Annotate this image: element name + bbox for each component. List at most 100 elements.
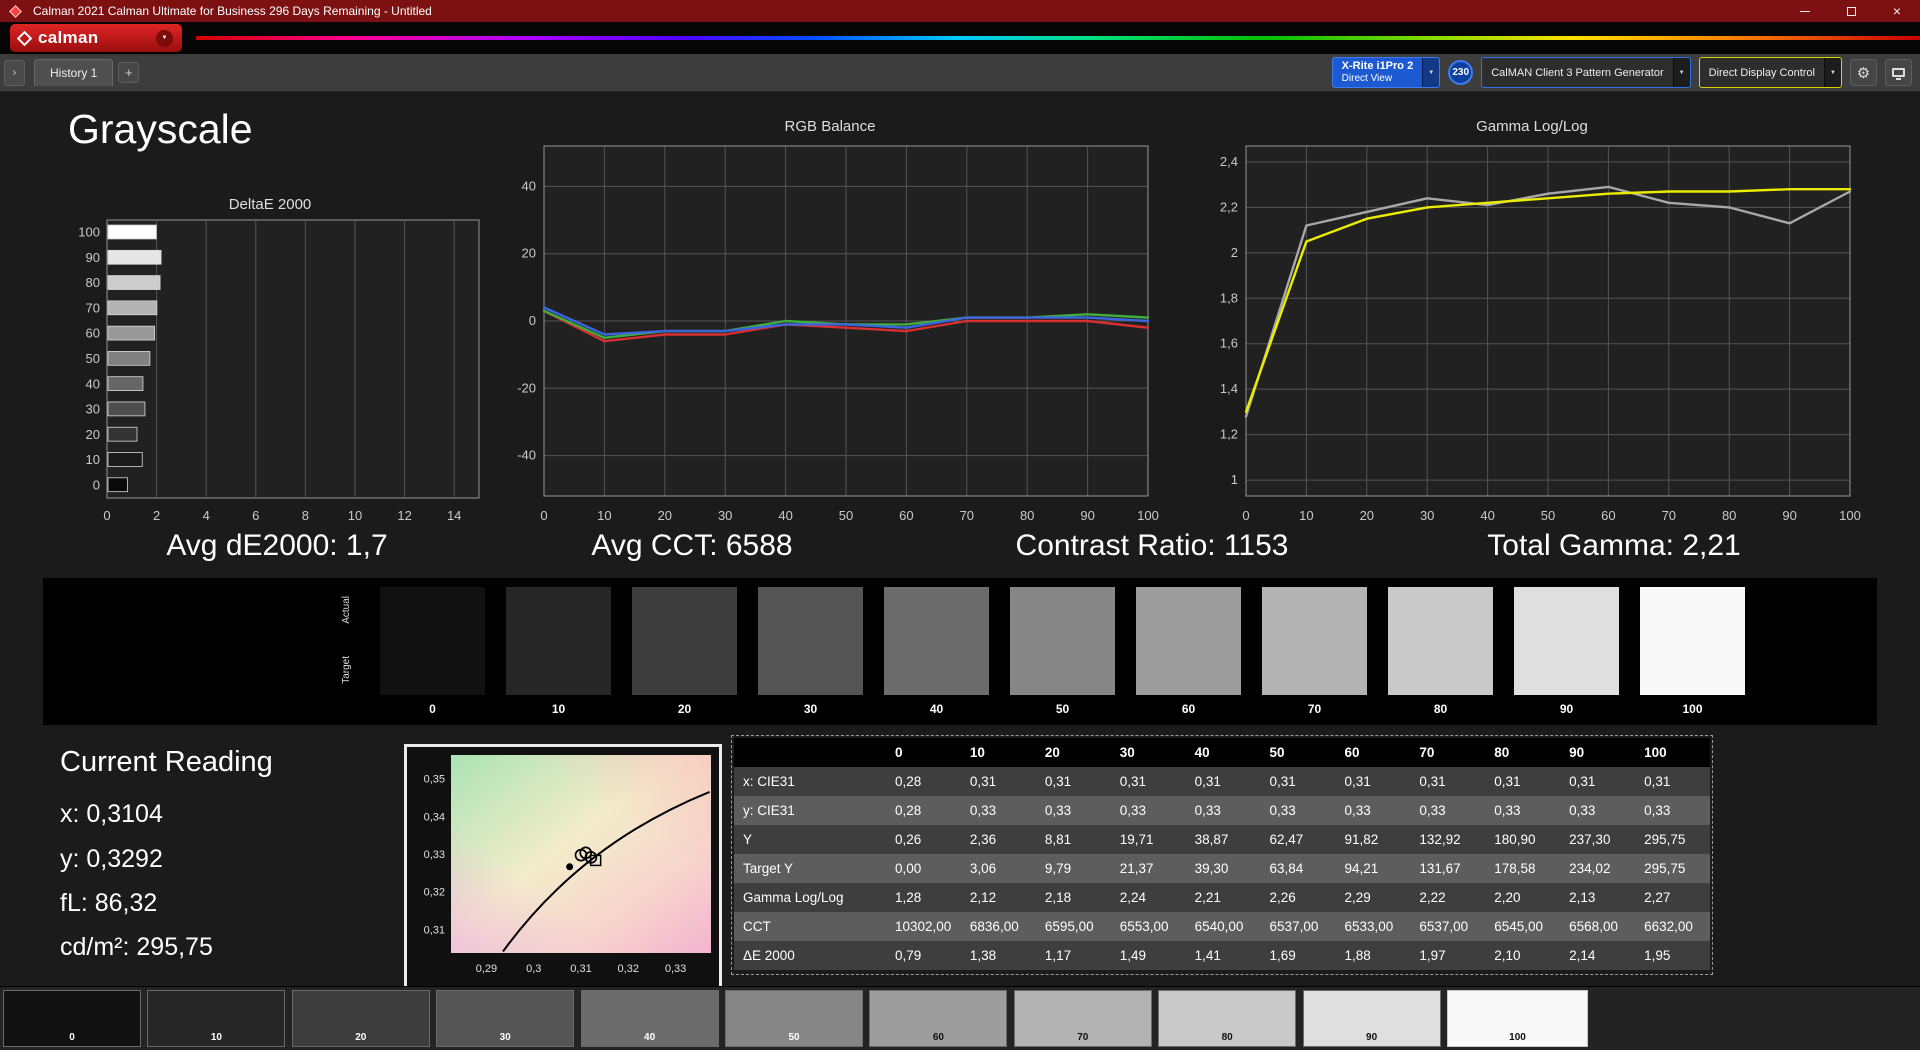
calman-diamond-icon — [16, 30, 33, 46]
cie-y-tick-label: 0,34 — [424, 811, 445, 823]
table-header-row: 0 10 20 30 40 50 60 70 80 90 100 — [734, 738, 1710, 767]
pattern-generator-button[interactable]: CalMAN Client 3 Pattern Generator ▼ — [1481, 57, 1691, 88]
cell: 6632,00 — [1635, 912, 1710, 941]
pattern-generator-label: CalMAN Client 3 Pattern Generator — [1491, 66, 1664, 79]
deltae-bar-0 — [107, 477, 128, 493]
deltae-bar-90 — [107, 249, 162, 265]
y-tick-label: 1,2 — [1220, 427, 1238, 442]
y-tick-label: 20 — [522, 246, 536, 261]
rgb-balance-chart: RGB Balance -40 -20 0 20 40 0 10 20 30 40 50 60 70 80… — [500, 118, 1160, 533]
maximize-button[interactable] — [1828, 0, 1874, 22]
tab-history-label: History 1 — [50, 66, 98, 80]
rainbow-stripe — [196, 36, 1920, 40]
cell: 0,31 — [960, 767, 1036, 796]
table-row-0: x: CIE31 0,28 0,31 0,31 0,31 0,31 0,31 0,31 0,31… — [734, 767, 1710, 796]
table-row-3: Target Y 0,00 3,06 9,79 21,37 39,30 63,84 94,21… — [734, 854, 1710, 883]
cell: 8,81 — [1035, 825, 1111, 854]
cell: 0,00 — [886, 854, 961, 883]
pattern-button-70[interactable]: 70 — [1013, 990, 1152, 1047]
pattern-button-label-0: 0 — [69, 1032, 75, 1043]
pattern-button-80[interactable]: 80 — [1158, 990, 1297, 1047]
cie-x-tick-label: 0,32 — [618, 963, 639, 975]
x-tick-label: 90 — [1782, 508, 1796, 523]
pattern-generator-caret[interactable]: ▼ — [1672, 58, 1690, 87]
cell: 0,33 — [960, 796, 1036, 825]
add-tab-button[interactable]: + — [118, 62, 140, 83]
y-tick-label: 2 — [1231, 245, 1238, 260]
pattern-button-50[interactable]: 50 — [725, 990, 863, 1047]
chevron-down-icon: ▼ — [1830, 69, 1836, 76]
cell: 0,33 — [1560, 796, 1636, 825]
y-tick-label: 1,8 — [1220, 290, 1238, 305]
display-settings-button[interactable] — [1885, 59, 1912, 86]
row-label: ΔE 2000 — [734, 941, 886, 970]
cell: 2,21 — [1185, 883, 1261, 912]
x-tick-label: 10 — [1299, 508, 1313, 523]
display-control-caret[interactable]: ▼ — [1824, 58, 1841, 87]
meter-mode: Direct View — [1341, 73, 1393, 85]
calman-menu-button[interactable]: calman ▼ — [10, 24, 182, 52]
cell: 2,13 — [1560, 883, 1636, 912]
display-control-button[interactable]: Direct Display Control ▼ — [1698, 57, 1842, 88]
current-reading-x: x: 0,3104 — [60, 800, 163, 828]
grayscale-swatch-cell-90: 90 — [1514, 587, 1619, 716]
pattern-button-0[interactable]: 0 — [3, 990, 141, 1047]
pattern-button-label-20: 20 — [355, 1032, 367, 1043]
cell: 0,33 — [1485, 796, 1561, 825]
pattern-button-30[interactable]: 30 — [436, 990, 575, 1047]
table-row-4: Gamma Log/Log 1,28 2,12 2,18 2,24 2,21 2,26 2,2… — [734, 883, 1710, 912]
total-gamma-stat: Total Gamma: 2,21 — [1487, 529, 1741, 562]
x-tick-label: 0 — [103, 508, 110, 523]
x-tick-label: 0 — [540, 508, 547, 523]
grayscale-swatch-label-30: 30 — [803, 702, 818, 716]
x-tick-label: 2 — [153, 508, 160, 523]
grayscale-swatch-cell-20: 20 — [632, 587, 737, 716]
cell: 178,58 — [1485, 854, 1561, 883]
meter-status-badge: 230 — [1448, 60, 1474, 85]
tab-history-1[interactable]: History 1 — [34, 59, 114, 86]
x-tick-label: 80 — [1722, 508, 1736, 523]
actual-row-label: Actual — [341, 596, 352, 624]
pattern-button-60[interactable]: 60 — [869, 990, 1008, 1047]
settings-button[interactable]: ⚙ — [1850, 59, 1877, 86]
x-tick-label: 8 — [302, 508, 309, 523]
cell: 0,28 — [886, 767, 961, 796]
pattern-button-20[interactable]: 20 — [291, 990, 430, 1047]
cell: 131,67 — [1410, 854, 1486, 883]
pattern-button-40[interactable]: 40 — [580, 990, 719, 1047]
pattern-button-10[interactable]: 10 — [147, 990, 286, 1047]
toolbar-right-group: X-Rite i1Pro 2 Direct View ▼ 230 CalMAN … — [1331, 57, 1912, 88]
pattern-button-100[interactable]: 100 — [1447, 990, 1588, 1047]
cie-chart-canvas: 0,35 0,34 0,33 0,32 0,31 0,29 0,3 0,31 0,32 0,33 — [424, 755, 711, 975]
grayscale-swatch-label-40: 40 — [929, 702, 944, 716]
chevron-down-icon: ▼ — [1678, 69, 1685, 76]
pattern-button-90[interactable]: 90 — [1302, 990, 1441, 1047]
panel-toggle-button[interactable]: › — [4, 59, 25, 86]
cell: 10302,00 — [886, 912, 961, 941]
grayscale-swatch-50 — [1010, 587, 1115, 695]
target-row-label: Target — [341, 656, 352, 684]
grayscale-swatch-60 — [1136, 587, 1241, 695]
meter-select-button[interactable]: X-Rite i1Pro 2 Direct View ▼ — [1331, 57, 1441, 88]
x-tick-label: 20 — [658, 508, 672, 523]
minimize-button[interactable] — [1782, 0, 1828, 22]
column-header: 20 — [1035, 738, 1111, 767]
grayscale-swatch-cell-100: 100 — [1640, 587, 1745, 716]
grayscale-swatch-row: 0 10 20 30 40 50 60 70 80 90 100 — [380, 587, 1745, 716]
column-header: 80 — [1485, 738, 1561, 767]
pattern-button-label-60: 60 — [932, 1032, 944, 1043]
rgb-chart-title: RGB Balance — [784, 118, 876, 135]
pattern-button-label-100: 100 — [1509, 1032, 1526, 1043]
grayscale-swatch-10 — [506, 587, 611, 695]
cie-y-tick-label: 0,33 — [424, 849, 445, 861]
deltae-2000-chart: DeltaE 2000 0 2 4 6 8 10 12 14 100 90 80 70 60 50 40 30… — [55, 196, 485, 531]
close-button[interactable]: × — [1874, 0, 1920, 22]
cell: 0,31 — [1260, 767, 1336, 796]
cell: 1,17 — [1035, 941, 1111, 970]
cell: 6595,00 — [1035, 912, 1111, 941]
meter-dropdown-caret[interactable]: ▼ — [1422, 58, 1440, 87]
cell: 0,28 — [886, 796, 961, 825]
x-tick-label: 40 — [1480, 508, 1494, 523]
grayscale-swatch-40 — [884, 587, 989, 695]
y-tick-label: -40 — [517, 448, 536, 463]
